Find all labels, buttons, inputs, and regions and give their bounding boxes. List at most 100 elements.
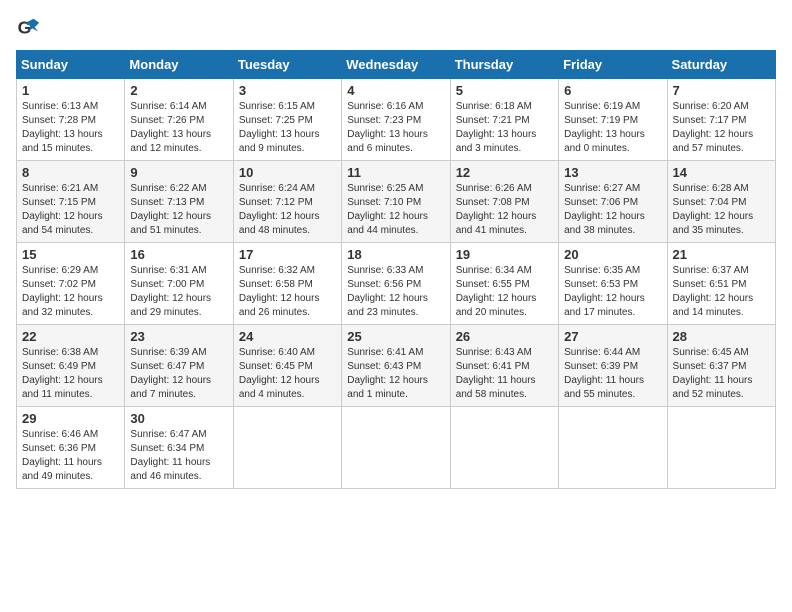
day-number: 5 (456, 83, 553, 98)
day-number: 16 (130, 247, 227, 262)
day-number: 25 (347, 329, 444, 344)
day-number: 26 (456, 329, 553, 344)
day-info: Sunrise: 6:24 AMSunset: 7:12 PMDaylight:… (239, 182, 336, 238)
calendar-day-cell: 27 Sunrise: 6:44 AMSunset: 6:39 PMDayligh… (559, 325, 667, 407)
day-info: Sunrise: 6:21 AMSunset: 7:15 PMDaylight:… (22, 182, 119, 238)
calendar-day-cell: 16 Sunrise: 6:31 AMSunset: 7:00 PMDayligh… (125, 243, 233, 325)
day-number: 22 (22, 329, 119, 344)
day-info: Sunrise: 6:25 AMSunset: 7:10 PMDaylight:… (347, 182, 444, 238)
day-info: Sunrise: 6:14 AMSunset: 7:26 PMDaylight:… (130, 100, 227, 156)
day-info: Sunrise: 6:13 AMSunset: 7:28 PMDaylight:… (22, 100, 119, 156)
calendar-day-cell: 3 Sunrise: 6:15 AMSunset: 7:25 PMDaylight… (233, 79, 341, 161)
day-info: Sunrise: 6:39 AMSunset: 6:47 PMDaylight:… (130, 346, 227, 402)
empty-cell (667, 407, 775, 489)
column-header-thursday: Thursday (450, 51, 558, 79)
empty-cell (342, 407, 450, 489)
day-number: 14 (673, 165, 770, 180)
calendar-day-cell: 26 Sunrise: 6:43 AMSunset: 6:41 PMDayligh… (450, 325, 558, 407)
day-info: Sunrise: 6:43 AMSunset: 6:41 PMDaylight:… (456, 346, 553, 402)
calendar-day-cell: 5 Sunrise: 6:18 AMSunset: 7:21 PMDaylight… (450, 79, 558, 161)
day-number: 29 (22, 411, 119, 426)
day-info: Sunrise: 6:31 AMSunset: 7:00 PMDaylight:… (130, 264, 227, 320)
day-info: Sunrise: 6:20 AMSunset: 7:17 PMDaylight:… (673, 100, 770, 156)
calendar-day-cell: 24 Sunrise: 6:40 AMSunset: 6:45 PMDayligh… (233, 325, 341, 407)
calendar-day-cell: 12 Sunrise: 6:26 AMSunset: 7:08 PMDayligh… (450, 161, 558, 243)
day-number: 7 (673, 83, 770, 98)
calendar-day-cell: 8 Sunrise: 6:21 AMSunset: 7:15 PMDaylight… (17, 161, 125, 243)
calendar-day-cell: 2Sunrise: 6:14 AMSunset: 7:26 PMDaylight… (125, 79, 233, 161)
calendar-day-cell: 22Sunrise: 6:38 AMSunset: 6:49 PMDayligh… (17, 325, 125, 407)
column-header-monday: Monday (125, 51, 233, 79)
day-number: 12 (456, 165, 553, 180)
day-info: Sunrise: 6:19 AMSunset: 7:19 PMDaylight:… (564, 100, 661, 156)
calendar-week-row: 1 Sunrise: 6:13 AMSunset: 7:28 PMDaylight… (17, 79, 776, 161)
column-header-saturday: Saturday (667, 51, 775, 79)
day-info: Sunrise: 6:15 AMSunset: 7:25 PMDaylight:… (239, 100, 336, 156)
day-info: Sunrise: 6:28 AMSunset: 7:04 PMDaylight:… (673, 182, 770, 238)
page-header: G (16, 16, 776, 40)
day-info: Sunrise: 6:32 AMSunset: 6:58 PMDaylight:… (239, 264, 336, 320)
column-header-tuesday: Tuesday (233, 51, 341, 79)
day-number: 20 (564, 247, 661, 262)
calendar-table: SundayMondayTuesdayWednesdayThursdayFrid… (16, 50, 776, 489)
calendar-day-cell: 9 Sunrise: 6:22 AMSunset: 7:13 PMDaylight… (125, 161, 233, 243)
day-number: 27 (564, 329, 661, 344)
day-info: Sunrise: 6:47 AMSunset: 6:34 PMDaylight:… (130, 428, 227, 484)
calendar-header-row: SundayMondayTuesdayWednesdayThursdayFrid… (17, 51, 776, 79)
calendar-week-row: 22Sunrise: 6:38 AMSunset: 6:49 PMDayligh… (17, 325, 776, 407)
column-header-sunday: Sunday (17, 51, 125, 79)
day-number: 6 (564, 83, 661, 98)
day-info: Sunrise: 6:29 AMSunset: 7:02 PMDaylight:… (22, 264, 119, 320)
logo-icon: G (16, 16, 40, 40)
day-info: Sunrise: 6:35 AMSunset: 6:53 PMDaylight:… (564, 264, 661, 320)
day-number: 19 (456, 247, 553, 262)
calendar-day-cell: 23 Sunrise: 6:39 AMSunset: 6:47 PMDayligh… (125, 325, 233, 407)
calendar-day-cell: 30 Sunrise: 6:47 AMSunset: 6:34 PMDayligh… (125, 407, 233, 489)
calendar-day-cell: 6 Sunrise: 6:19 AMSunset: 7:19 PMDaylight… (559, 79, 667, 161)
empty-cell (559, 407, 667, 489)
day-info: Sunrise: 6:37 AMSunset: 6:51 PMDaylight:… (673, 264, 770, 320)
calendar-day-cell: 25 Sunrise: 6:41 AMSunset: 6:43 PMDayligh… (342, 325, 450, 407)
day-number: 9 (130, 165, 227, 180)
calendar-day-cell: 7 Sunrise: 6:20 AMSunset: 7:17 PMDaylight… (667, 79, 775, 161)
day-number: 30 (130, 411, 227, 426)
day-number: 13 (564, 165, 661, 180)
calendar-day-cell: 13Sunrise: 6:27 AMSunset: 7:06 PMDayligh… (559, 161, 667, 243)
calendar-week-row: 15 Sunrise: 6:29 AMSunset: 7:02 PMDayligh… (17, 243, 776, 325)
calendar-week-row: 8 Sunrise: 6:21 AMSunset: 7:15 PMDaylight… (17, 161, 776, 243)
day-number: 1 (22, 83, 119, 98)
empty-cell (233, 407, 341, 489)
day-number: 17 (239, 247, 336, 262)
day-number: 8 (22, 165, 119, 180)
calendar-week-row: 29 Sunrise: 6:46 AMSunset: 6:36 PMDayligh… (17, 407, 776, 489)
day-number: 23 (130, 329, 227, 344)
day-info: Sunrise: 6:40 AMSunset: 6:45 PMDaylight:… (239, 346, 336, 402)
calendar-day-cell: 28Sunrise: 6:45 AMSunset: 6:37 PMDayligh… (667, 325, 775, 407)
day-info: Sunrise: 6:41 AMSunset: 6:43 PMDaylight:… (347, 346, 444, 402)
day-number: 10 (239, 165, 336, 180)
day-number: 4 (347, 83, 444, 98)
day-number: 21 (673, 247, 770, 262)
calendar-day-cell: 15 Sunrise: 6:29 AMSunset: 7:02 PMDayligh… (17, 243, 125, 325)
day-number: 24 (239, 329, 336, 344)
day-number: 3 (239, 83, 336, 98)
day-info: Sunrise: 6:34 AMSunset: 6:55 PMDaylight:… (456, 264, 553, 320)
day-info: Sunrise: 6:16 AMSunset: 7:23 PMDaylight:… (347, 100, 444, 156)
calendar-day-cell: 20 Sunrise: 6:35 AMSunset: 6:53 PMDayligh… (559, 243, 667, 325)
day-number: 18 (347, 247, 444, 262)
day-info: Sunrise: 6:46 AMSunset: 6:36 PMDaylight:… (22, 428, 119, 484)
day-info: Sunrise: 6:44 AMSunset: 6:39 PMDaylight:… (564, 346, 661, 402)
day-number: 15 (22, 247, 119, 262)
day-info: Sunrise: 6:33 AMSunset: 6:56 PMDaylight:… (347, 264, 444, 320)
calendar-day-cell: 11Sunrise: 6:25 AMSunset: 7:10 PMDayligh… (342, 161, 450, 243)
calendar-day-cell: 21 Sunrise: 6:37 AMSunset: 6:51 PMDayligh… (667, 243, 775, 325)
calendar-day-cell: 17 Sunrise: 6:32 AMSunset: 6:58 PMDayligh… (233, 243, 341, 325)
column-header-friday: Friday (559, 51, 667, 79)
calendar-day-cell: 14 Sunrise: 6:28 AMSunset: 7:04 PMDayligh… (667, 161, 775, 243)
day-info: Sunrise: 6:18 AMSunset: 7:21 PMDaylight:… (456, 100, 553, 156)
column-header-wednesday: Wednesday (342, 51, 450, 79)
day-info: Sunrise: 6:22 AMSunset: 7:13 PMDaylight:… (130, 182, 227, 238)
day-info: Sunrise: 6:26 AMSunset: 7:08 PMDaylight:… (456, 182, 553, 238)
calendar-day-cell: 10 Sunrise: 6:24 AMSunset: 7:12 PMDayligh… (233, 161, 341, 243)
svg-text:G: G (18, 18, 32, 38)
